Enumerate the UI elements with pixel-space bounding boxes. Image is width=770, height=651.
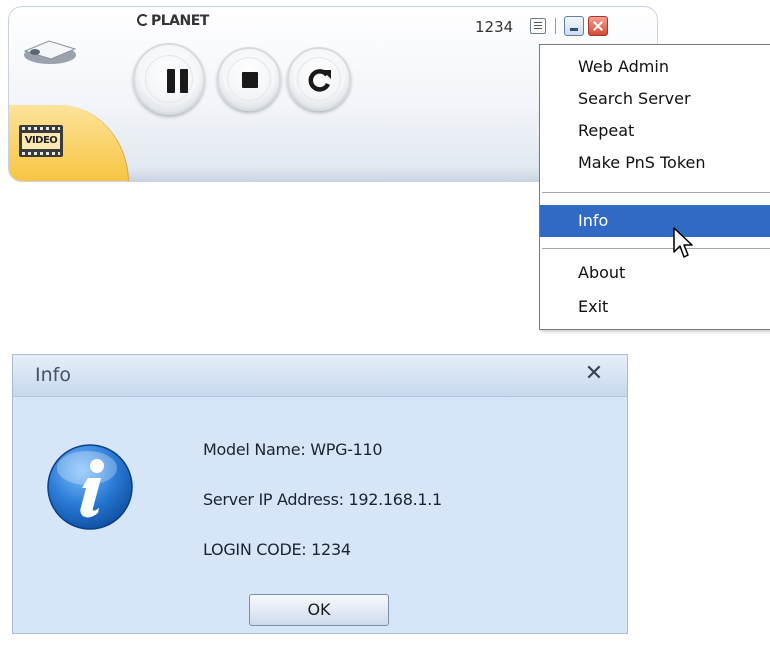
menu-item-search-server[interactable]: Search Server: [540, 83, 770, 115]
menu-item-about[interactable]: About: [540, 257, 770, 289]
login-code-label: 1234: [475, 18, 514, 36]
screen: VIDEO PLANET 1234 Web Admin Search Serve…: [0, 0, 770, 651]
video-tab-label: VIDEO: [22, 133, 60, 149]
close-button[interactable]: [588, 16, 608, 36]
video-film-icon[interactable]: VIDEO: [19, 125, 63, 157]
stop-button[interactable]: [217, 47, 281, 111]
repeat-button[interactable]: [287, 47, 351, 111]
menu-item-exit[interactable]: Exit: [540, 291, 770, 323]
server-ip-text: Server IP Address: 192.168.1.1: [203, 490, 442, 509]
menu-item-repeat[interactable]: Repeat: [540, 115, 770, 147]
menu-separator: [542, 192, 770, 193]
ok-button[interactable]: OK: [249, 594, 389, 626]
planet-logo: PLANET: [137, 13, 209, 29]
menu-item-web-admin[interactable]: Web Admin: [540, 51, 770, 83]
dialog-body: Model Name: WPG-110 Server IP Address: 1…: [13, 398, 627, 633]
menu-icon[interactable]: [530, 18, 546, 34]
login-code-text: LOGIN CODE: 1234: [203, 540, 351, 559]
menu-item-info[interactable]: Info: [540, 205, 770, 237]
mouse-cursor-icon: [673, 227, 693, 258]
pause-icon: [167, 69, 189, 93]
menu-separator: [542, 248, 770, 249]
dialog-close-button[interactable]: ✕: [579, 359, 609, 389]
dialog-title: Info: [35, 364, 71, 386]
dialog-title-bar: Info ✕: [13, 355, 627, 397]
stop-icon: [242, 72, 258, 88]
info-icon: [47, 444, 133, 530]
minimize-button[interactable]: [564, 16, 584, 36]
model-name-text: Model Name: WPG-110: [203, 440, 383, 459]
info-dialog: Info ✕ Model Name: WPG-110 Server IP Add…: [12, 354, 628, 634]
toolbar-separator: [555, 18, 556, 34]
repeat-icon: [308, 69, 331, 92]
pause-button[interactable]: [133, 43, 205, 115]
menu-item-make-pns-token[interactable]: Make PnS Token: [540, 147, 770, 179]
projector-icon: [23, 40, 77, 64]
close-icon: ✕: [584, 361, 604, 386]
context-menu: Web Admin Search Server Repeat Make PnS …: [539, 44, 770, 330]
